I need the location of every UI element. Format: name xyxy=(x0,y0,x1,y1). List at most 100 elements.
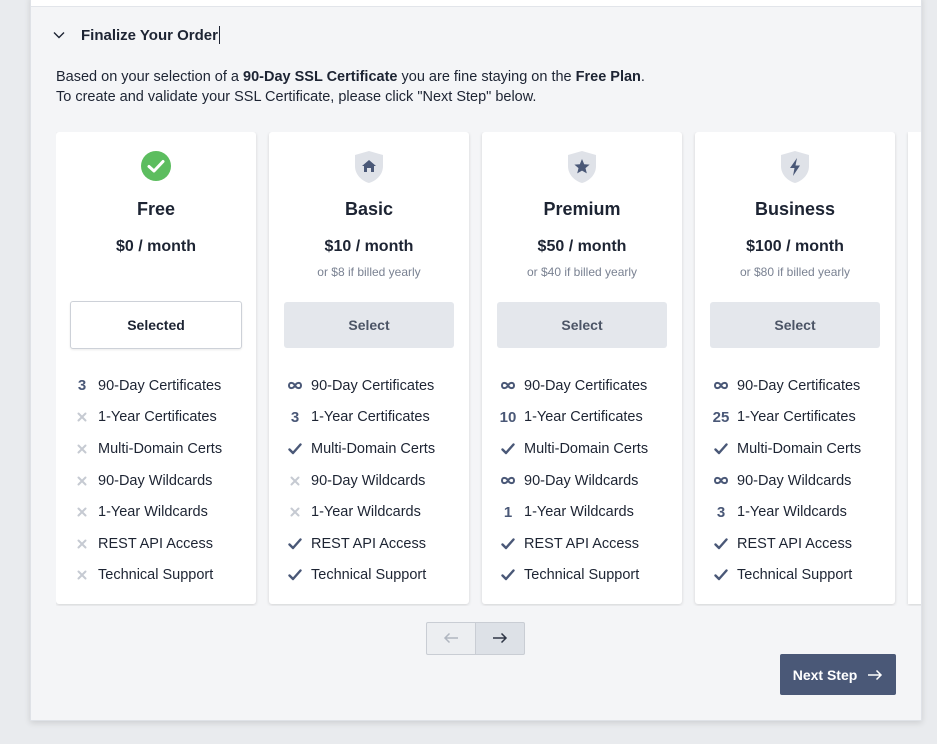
plan-select-button[interactable]: Select xyxy=(284,302,454,348)
x-icon xyxy=(285,507,305,517)
plan-card-business: Business $100 / month or $80 if billed yea… xyxy=(695,132,895,604)
feature-item: REST API Access xyxy=(498,528,678,560)
feature-label: 1-Year Certificates xyxy=(524,409,643,426)
plan-selected-button[interactable]: Selected xyxy=(70,301,242,349)
plan-name: Basic xyxy=(344,199,394,219)
check-icon xyxy=(285,538,305,550)
feature-item: 3 1-Year Wildcards xyxy=(711,496,891,528)
check-icon xyxy=(498,538,518,550)
check-icon xyxy=(711,538,731,550)
x-icon xyxy=(72,507,92,517)
plan-name: Premium xyxy=(543,199,621,219)
plan-name: Free xyxy=(136,199,176,219)
plan-price: $50 / month xyxy=(537,238,627,255)
feature-item: 90-Day Certificates xyxy=(285,370,465,402)
infinity-icon xyxy=(711,381,731,390)
arrow-right-icon xyxy=(492,629,508,648)
check-icon xyxy=(498,569,518,581)
feature-label: Multi-Domain Certs xyxy=(737,440,862,457)
feature-label: 90-Day Wildcards xyxy=(98,472,213,489)
plan-price: $0 / month xyxy=(115,238,196,255)
feature-item: Multi-Domain Certs xyxy=(498,433,678,465)
x-icon xyxy=(72,412,92,422)
check-icon xyxy=(711,443,731,455)
next-step-label: Next Step xyxy=(792,666,858,683)
check-icon xyxy=(498,443,518,455)
feature-label: 90-Day Certificates xyxy=(524,377,648,394)
feature-label: 1-Year Wildcards xyxy=(524,504,634,521)
feature-count: 10 xyxy=(499,408,517,426)
feature-list: 90-Day Certificates 25 1-Year Certificates… xyxy=(711,370,891,591)
feature-label: 1-Year Wildcards xyxy=(737,504,847,521)
feature-count: 3 xyxy=(716,503,726,521)
infinity-icon xyxy=(711,476,731,485)
feature-label: 1-Year Wildcards xyxy=(98,504,208,521)
feature-label: Technical Support xyxy=(737,567,853,584)
feature-count: 25 xyxy=(712,408,730,426)
intro-plan: Free Plan xyxy=(575,69,641,85)
feature-label: 1-Year Certificates xyxy=(311,409,430,426)
feature-label: Technical Support xyxy=(524,567,640,584)
section-title: Finalize Your Order xyxy=(81,26,218,44)
feature-item: Technical Support xyxy=(72,560,252,592)
intro-text-part: . xyxy=(640,69,645,85)
intro-certificate: 90-Day SSL Certificate xyxy=(243,69,398,85)
feature-count: 3 xyxy=(77,377,87,395)
arrow-left-icon xyxy=(443,629,459,648)
plan-yearly-note: or $8 if billed yearly xyxy=(317,265,421,279)
arrow-right-icon xyxy=(867,669,883,681)
feature-item: 90-Day Certificates xyxy=(711,370,891,402)
infinity-icon xyxy=(498,476,518,485)
plan-select-button[interactable]: Select xyxy=(710,302,880,348)
check-icon xyxy=(711,569,731,581)
feature-label: Multi-Domain Certs xyxy=(524,440,649,457)
x-icon xyxy=(72,570,92,580)
feature-item: 90-Day Certificates xyxy=(498,370,678,402)
section-toggle[interactable]: Finalize Your Order xyxy=(51,21,220,49)
feature-item: 1-Year Certificates xyxy=(72,402,252,434)
shield-home-icon xyxy=(353,150,385,184)
plan-yearly-note: or $40 if billed yearly xyxy=(526,265,638,279)
feature-item: REST API Access xyxy=(285,528,465,560)
feature-label: REST API Access xyxy=(737,535,852,552)
feature-item: Multi-Domain Certs xyxy=(711,433,891,465)
chevron-down-icon xyxy=(51,27,67,43)
shield-star-icon xyxy=(566,150,598,184)
plan-select-button[interactable]: Select xyxy=(497,302,667,348)
feature-list: 90-Day Certificates 10 1-Year Certificates… xyxy=(498,370,678,591)
feature-label: Technical Support xyxy=(98,567,214,584)
feature-item: 3 1-Year Certificates xyxy=(285,402,465,434)
feature-item: 10 1-Year Certificates xyxy=(498,402,678,434)
x-icon xyxy=(285,476,305,486)
plan-yearly-note: or $80 if billed yearly xyxy=(739,265,851,279)
intro-text: Based on your selection of a 90-Day SSL … xyxy=(56,67,645,107)
feature-item: Technical Support xyxy=(285,560,465,592)
carousel-pager xyxy=(426,622,525,655)
feature-item: 1 1-Year Wildcards xyxy=(498,496,678,528)
plan-card-free: Free $0 / month Selected 3 90-Day Certificat… xyxy=(56,132,256,604)
order-panel: Finalize Your Order Based on your select… xyxy=(30,0,922,721)
check-circle-icon xyxy=(140,150,172,184)
feature-item: REST API Access xyxy=(711,528,891,560)
carousel-next-button[interactable] xyxy=(476,622,525,655)
intro-text-part: Based on your selection of a xyxy=(56,69,244,85)
feature-item: Technical Support xyxy=(711,560,891,592)
feature-label: Multi-Domain Certs xyxy=(311,440,436,457)
feature-item: 90-Day Wildcards xyxy=(72,465,252,497)
feature-label: 90-Day Certificates xyxy=(737,377,861,394)
carousel-prev-button[interactable] xyxy=(426,622,476,655)
feature-item: 1-Year Wildcards xyxy=(285,496,465,528)
shield-bolt-icon xyxy=(779,150,811,184)
feature-item: 3 90-Day Certificates xyxy=(72,370,252,402)
x-icon xyxy=(72,539,92,549)
feature-item: Multi-Domain Certs xyxy=(72,433,252,465)
feature-item: Multi-Domain Certs xyxy=(285,433,465,465)
feature-label: 1-Year Certificates xyxy=(98,409,217,426)
next-step-button[interactable]: Next Step xyxy=(780,654,896,695)
feature-count: 3 xyxy=(290,408,300,426)
feature-item: REST API Access xyxy=(72,528,252,560)
check-icon xyxy=(285,443,305,455)
infinity-icon xyxy=(285,381,305,390)
feature-label: 90-Day Certificates xyxy=(311,377,435,394)
plan-card-premium: Premium $50 / month or $40 if billed yearl… xyxy=(482,132,682,604)
